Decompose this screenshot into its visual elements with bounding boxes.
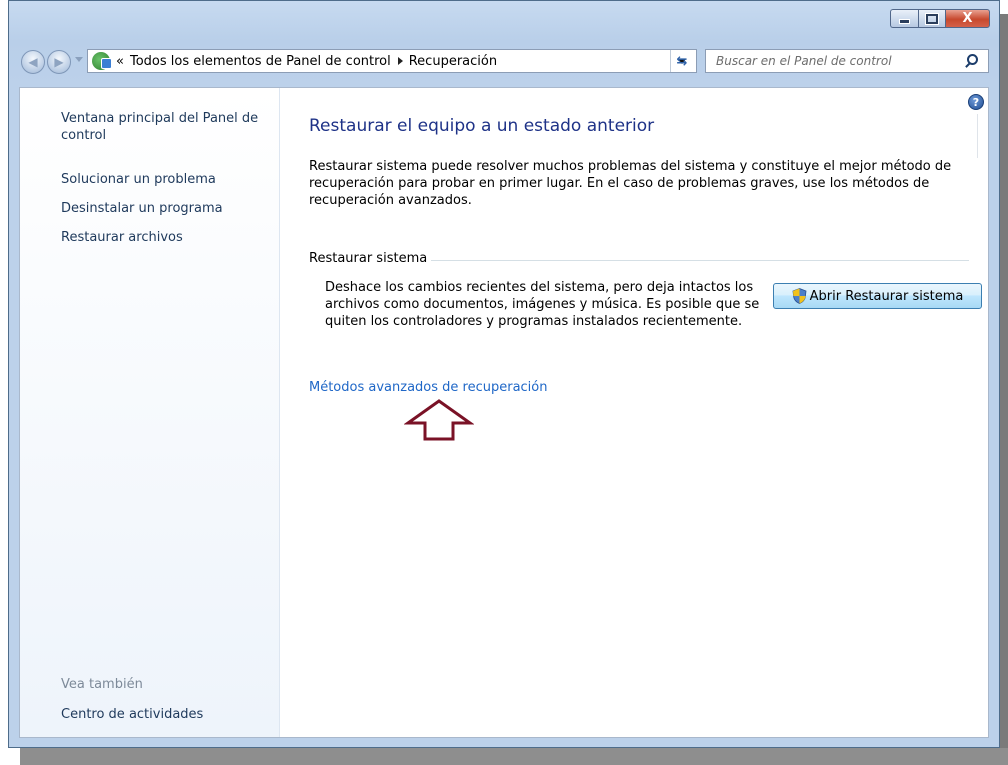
- open-system-restore-label: Abrir Restaurar sistema: [809, 288, 964, 304]
- window-shadow-bottom: [20, 748, 1008, 765]
- main-panel: ? Restaurar el equipo a un estado anteri…: [280, 88, 988, 737]
- breadcrumb-recovery[interactable]: Recuperación: [409, 54, 497, 69]
- task-pane: Ventana principal del Panel de control S…: [20, 88, 280, 737]
- control-panel-icon: [92, 52, 112, 70]
- back-arrow-icon: ◀: [28, 55, 38, 69]
- open-system-restore-button[interactable]: Abrir Restaurar sistema: [773, 283, 982, 309]
- search-input[interactable]: [706, 50, 964, 72]
- address-bar[interactable]: « Todos los elementos de Panel de contro…: [87, 49, 697, 73]
- close-icon: X: [962, 11, 973, 26]
- recent-pages-dropdown-icon[interactable]: [75, 57, 83, 62]
- refresh-button[interactable]: ⇆: [670, 50, 693, 72]
- minimize-button[interactable]: [890, 9, 918, 28]
- search-box[interactable]: [705, 49, 989, 73]
- minimize-icon: [899, 19, 910, 24]
- maximize-icon: [925, 12, 939, 25]
- maximize-button[interactable]: [918, 9, 945, 28]
- help-icon[interactable]: ?: [968, 94, 984, 110]
- content-area: Ventana principal del Panel de control S…: [19, 87, 989, 738]
- forward-arrow-icon: ▶: [54, 55, 64, 69]
- search-icon[interactable]: [964, 52, 982, 70]
- breadcrumb-all-control-panel-items[interactable]: Todos los elementos de Panel de control: [130, 54, 391, 69]
- forward-button[interactable]: ▶: [47, 50, 71, 74]
- refresh-icon: ⇆: [676, 53, 688, 69]
- advanced-recovery-methods-link[interactable]: Métodos avanzados de recuperación: [309, 380, 547, 395]
- sidebar-link-control-panel-home[interactable]: Ventana principal del Panel de control: [61, 110, 261, 144]
- uac-shield-icon: [792, 288, 807, 304]
- sidebar-link-troubleshoot[interactable]: Solucionar un problema: [61, 171, 216, 188]
- window-shadow-right: [1000, 14, 1008, 754]
- navigation-bar: ◀ ▶ « Todos los elementos de Panel de co…: [21, 47, 989, 77]
- page-title: Restaurar el equipo a un estado anterior: [309, 116, 655, 136]
- caption-buttons: X: [890, 9, 990, 28]
- sidebar-link-action-center[interactable]: Centro de actividades: [61, 706, 203, 723]
- control-panel-window: X ◀ ▶ « Todos los elementos de Panel de …: [8, 0, 1000, 748]
- breadcrumb-separator-icon[interactable]: [397, 57, 403, 65]
- restore-group-description: Deshace los cambios recientes del sistem…: [325, 280, 760, 329]
- up-arrow-outline-icon: [404, 399, 474, 441]
- restore-group-label: Restaurar sistema: [309, 251, 432, 266]
- back-button[interactable]: ◀: [21, 50, 45, 74]
- scrollbar[interactable]: [977, 114, 988, 158]
- see-also-heading: Vea también: [61, 677, 143, 692]
- intro-text: Restaurar sistema puede resolver muchos …: [309, 159, 952, 208]
- sidebar-link-restore-files[interactable]: Restaurar archivos: [61, 229, 183, 246]
- sidebar-link-uninstall-program[interactable]: Desinstalar un programa: [61, 200, 223, 217]
- close-button[interactable]: X: [945, 9, 990, 28]
- address-overflow-chevron[interactable]: «: [116, 54, 124, 69]
